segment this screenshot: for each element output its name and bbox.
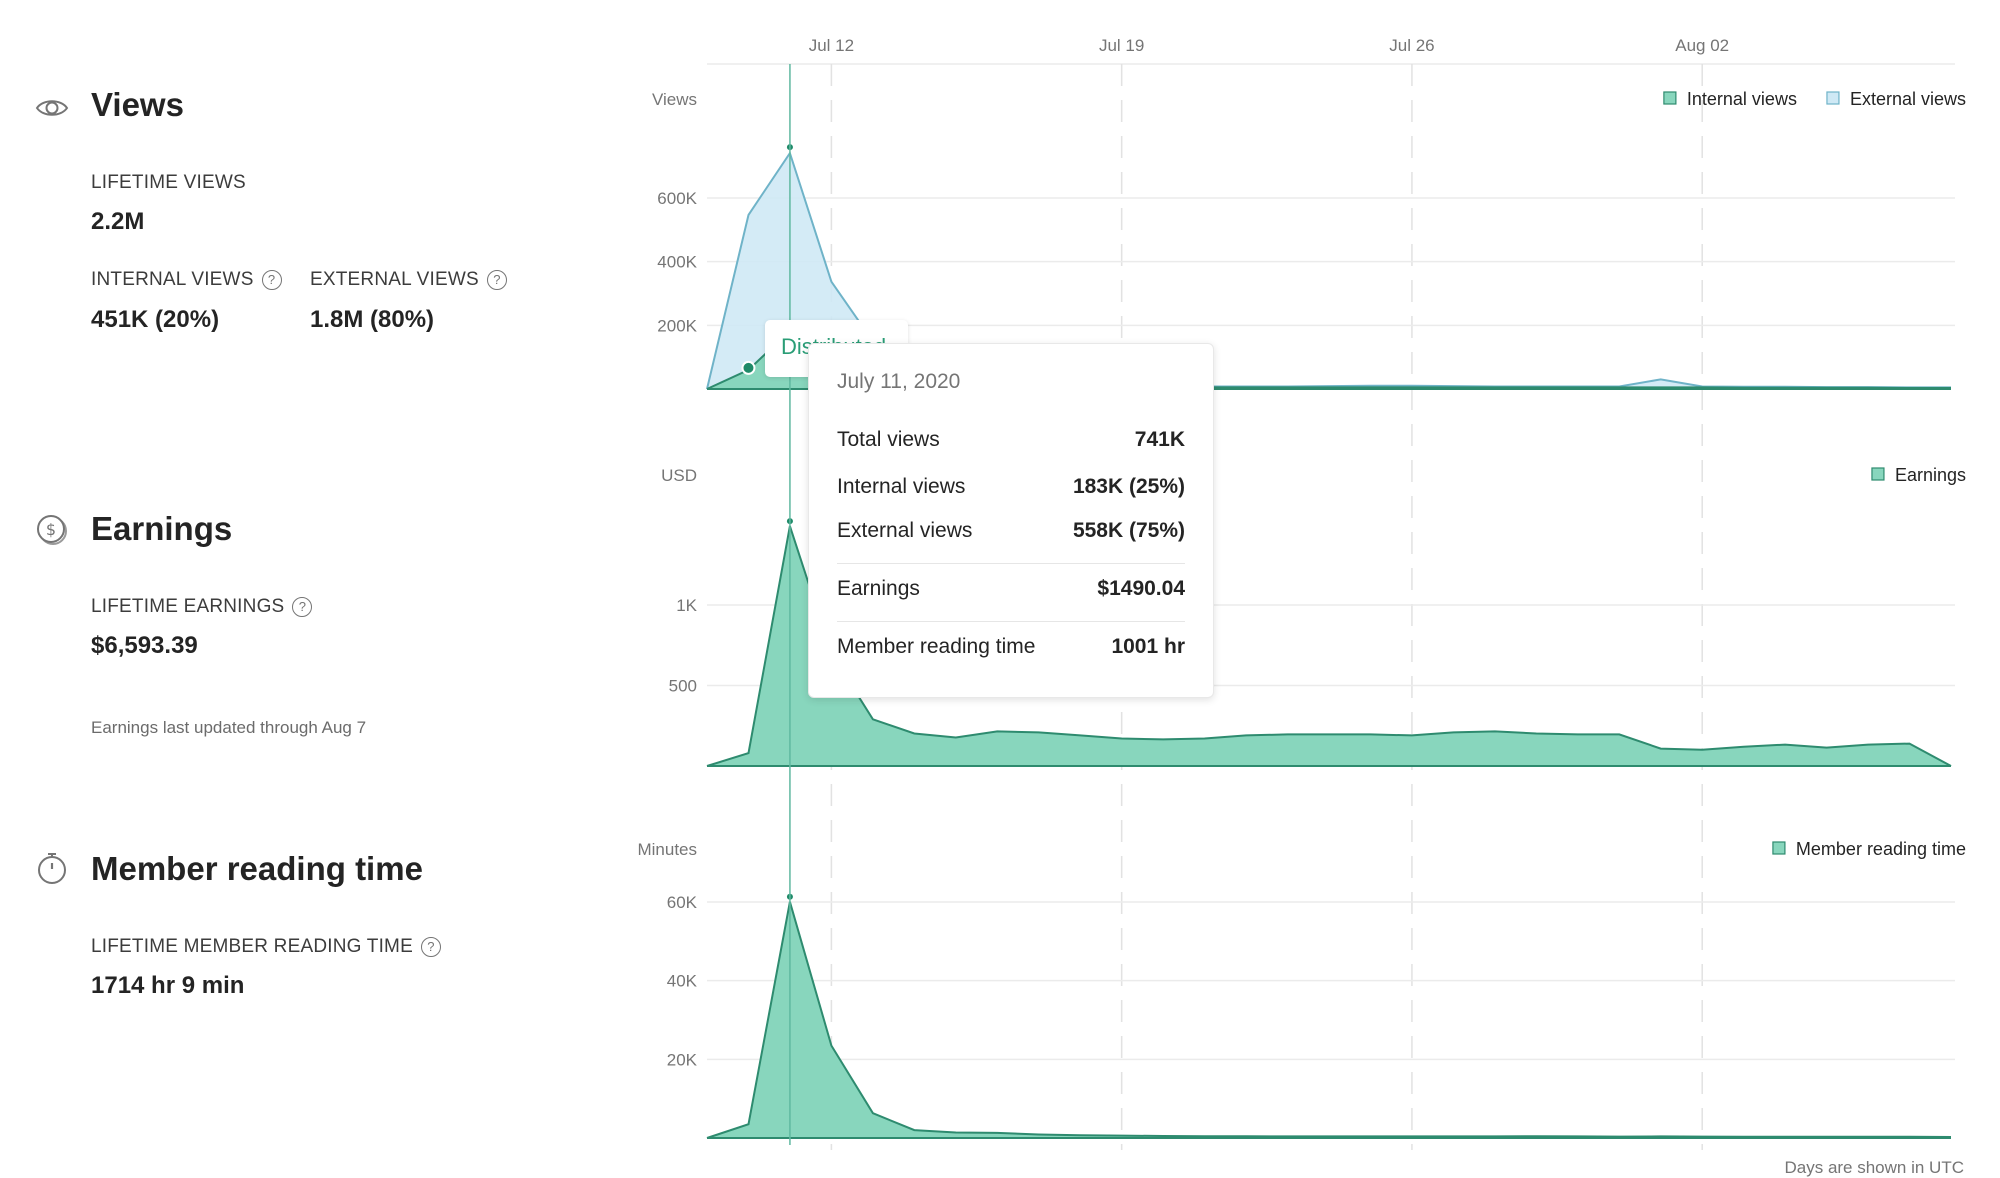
legend-swatch <box>1772 841 1786 855</box>
legend-swatch <box>1663 91 1677 105</box>
y-tick-label: 500 <box>669 677 697 696</box>
tooltip-date: July 11, 2020 <box>837 370 961 393</box>
chart-tooltip: July 11, 2020 Total views 741K Internal v… <box>808 343 1214 698</box>
area-member-reading-time <box>707 901 1951 1138</box>
y-tick-label: 400K <box>657 253 697 272</box>
y-tick-label: 200K <box>657 316 697 335</box>
line-member-reading-time <box>706 901 1952 1139</box>
x-tick-label: Jul 26 <box>1389 36 1434 55</box>
legend-label: Earnings <box>1895 465 1966 485</box>
legend-label: Internal views <box>1687 89 1797 109</box>
y-axis-title: Minutes <box>637 840 697 859</box>
legend-swatch <box>1826 91 1840 105</box>
y-tick-label: 1K <box>676 596 697 615</box>
x-tick-label: Jul 12 <box>809 36 854 55</box>
tooltip-divider <box>837 563 1185 564</box>
y-tick-label: 20K <box>667 1050 698 1069</box>
y-tick-label: 600K <box>657 189 697 208</box>
x-tick-label: Jul 19 <box>1099 36 1144 55</box>
y-axis-title: USD <box>661 466 697 485</box>
legend-label: Member reading time <box>1796 839 1966 859</box>
legend-swatch <box>1871 467 1885 481</box>
tooltip-row-earnings: Earnings $1490.04 <box>837 577 1185 600</box>
x-tick-label: Aug 02 <box>1675 36 1729 55</box>
tooltip-divider <box>837 621 1185 622</box>
legend-label: External views <box>1850 89 1966 109</box>
tooltip-row-reading-time: Member reading time 1001 hr <box>837 635 1185 658</box>
tooltip-row-total-views: Total views 741K <box>837 428 1185 451</box>
y-axis-title: Views <box>652 90 697 109</box>
distributed-dot <box>741 360 756 375</box>
y-tick-label: 40K <box>667 972 698 991</box>
tooltip-row-internal-views: Internal views 183K (25%) <box>837 475 1185 498</box>
utc-note: Days are shown in UTC <box>1784 1158 1964 1177</box>
y-tick-label: 60K <box>667 893 698 912</box>
tooltip-row-external-views: External views 558K (75%) <box>837 519 1185 542</box>
